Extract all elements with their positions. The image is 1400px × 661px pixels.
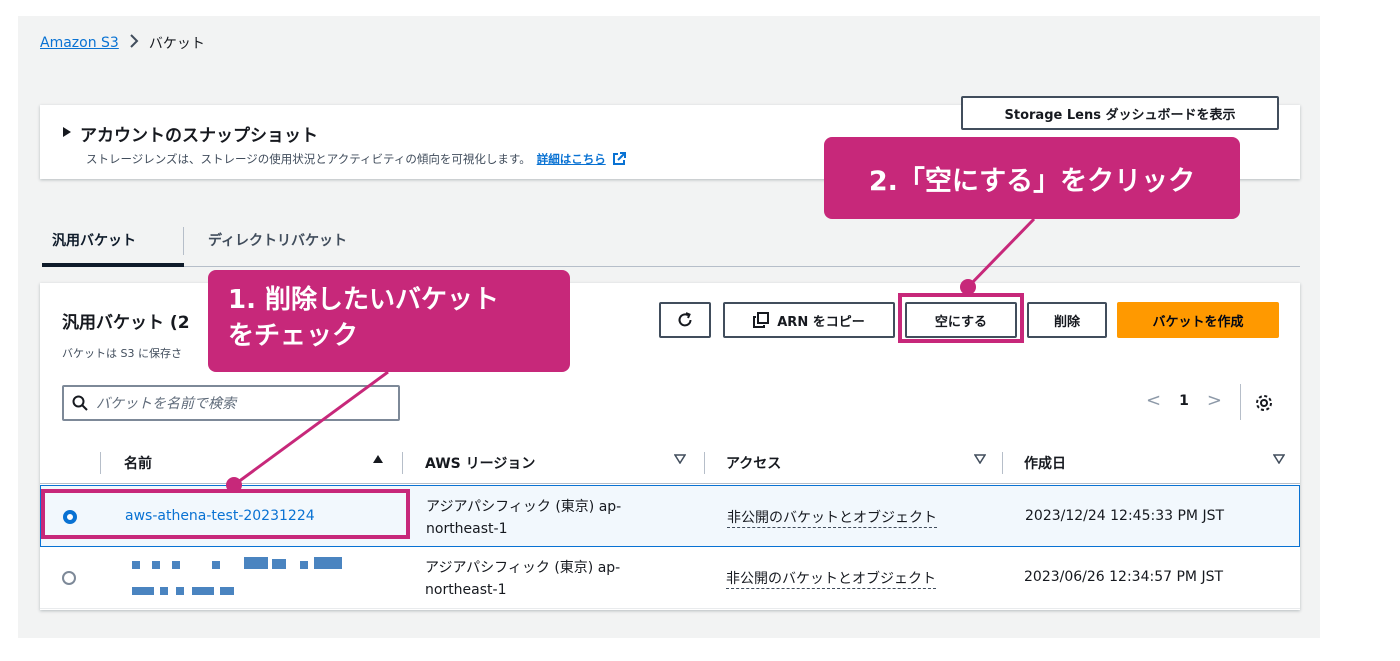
bucket-region: アジアパシフィック (東京) ap- northeast-1 [426,496,656,540]
search-placeholder: バケットを名前で検索 [96,396,236,412]
search-icon [72,395,88,411]
bucket-type-tabs: 汎用バケット ディレクトリバケット [42,213,1300,267]
annotation-callout-select: 1. 削除したいバケット をチェック [208,270,570,372]
tab-general-purpose-buckets[interactable]: 汎用バケット [52,213,136,267]
column-divider [100,452,101,474]
snapshot-description-text: ストレージレンズは、ストレージの使用状況とアクティビティの傾向を可視化します。 [86,152,531,166]
buckets-title: 汎用バケット (2 [62,313,190,333]
highlight-empty-button [898,293,1024,343]
breadcrumb: Amazon S3 バケット [40,33,205,53]
current-page-number[interactable]: 1 [1179,393,1189,409]
column-header-name[interactable]: 名前 [124,453,152,473]
table-row[interactable]: アジアパシフィック (東京) ap- northeast-1 非公開のバケットと… [40,547,1300,609]
copy-arn-button[interactable]: ARN をコピー [723,302,895,338]
refresh-icon [678,312,692,327]
snapshot-description: ストレージレンズは、ストレージの使用状況とアクティビティの傾向を可視化します。 … [86,151,626,167]
sort-ascending-icon[interactable] [372,454,384,467]
table-header: 名前 AWS リージョン アクセス 作成日 [40,440,1300,484]
bucket-region: アジアパシフィック (東京) ap- northeast-1 [425,557,655,601]
external-link-icon [612,152,626,166]
callout-1-line-1: 1. 削除したいバケット [228,285,500,315]
bucket-created-date: 2023/12/24 12:45:33 PM JST [1025,508,1225,524]
row-select-radio[interactable] [62,571,76,585]
previous-page-button[interactable]: < [1146,390,1161,411]
pagination-divider [1240,384,1241,420]
chevron-right-icon [129,34,139,52]
snapshot-toggle[interactable]: アカウントのスナップショット [62,121,318,146]
column-divider [1002,452,1003,474]
bucket-access[interactable]: 非公開のバケットとオブジェクト [726,568,936,589]
sort-unsorted-icon[interactable] [1272,454,1286,467]
region-line-2: northeast-1 [425,582,507,598]
bucket-created-date: 2023/06/26 12:34:57 PM JST [1024,569,1224,585]
snapshot-title: アカウントのスナップショット [80,126,318,146]
region-line-2: northeast-1 [426,521,508,537]
active-tab-indicator [42,263,184,267]
sort-unsorted-icon[interactable] [673,454,687,467]
column-divider [704,452,705,474]
refresh-button[interactable] [659,302,711,338]
next-page-button[interactable]: > [1207,390,1222,411]
callout-1-line-2: をチェック [228,321,359,351]
region-line-1: アジアパシフィック (東京) ap- [425,560,621,576]
details-link[interactable]: 詳細はこちら [537,151,606,167]
bucket-search-input[interactable]: バケットを名前で検索 [62,385,400,421]
storage-lens-dashboard-button[interactable]: Storage Lens ダッシュボードを表示 [961,96,1279,130]
pagination: < 1 > [1146,390,1222,411]
delete-bucket-button[interactable]: 削除 [1027,302,1107,338]
breadcrumb-link-s3[interactable]: Amazon S3 [40,35,119,51]
copy-arn-label: ARN をコピー [777,314,865,330]
tab-directory-buckets[interactable]: ディレクトリバケット [208,213,347,267]
redacted-bucket-name [132,557,362,597]
column-divider [402,452,403,474]
tab-divider [183,227,184,255]
bucket-access[interactable]: 非公開のバケットとオブジェクト [727,507,937,528]
column-header-created[interactable]: 作成日 [1024,453,1066,473]
region-line-1: アジアパシフィック (東京) ap- [426,499,622,515]
buckets-description: バケットは S3 に保存さ [62,347,182,360]
column-header-access[interactable]: アクセス [726,453,781,473]
caret-right-icon [62,126,72,141]
annotation-callout-empty: 2.「空にする」をクリック [824,137,1240,219]
highlight-selected-row [41,489,410,539]
create-bucket-button[interactable]: バケットを作成 [1117,302,1279,338]
sort-unsorted-icon[interactable] [973,454,987,467]
settings-gear-icon[interactable] [1254,393,1274,413]
copy-icon [753,312,770,328]
breadcrumb-current: バケット [148,36,205,52]
column-header-region[interactable]: AWS リージョン [425,453,535,473]
